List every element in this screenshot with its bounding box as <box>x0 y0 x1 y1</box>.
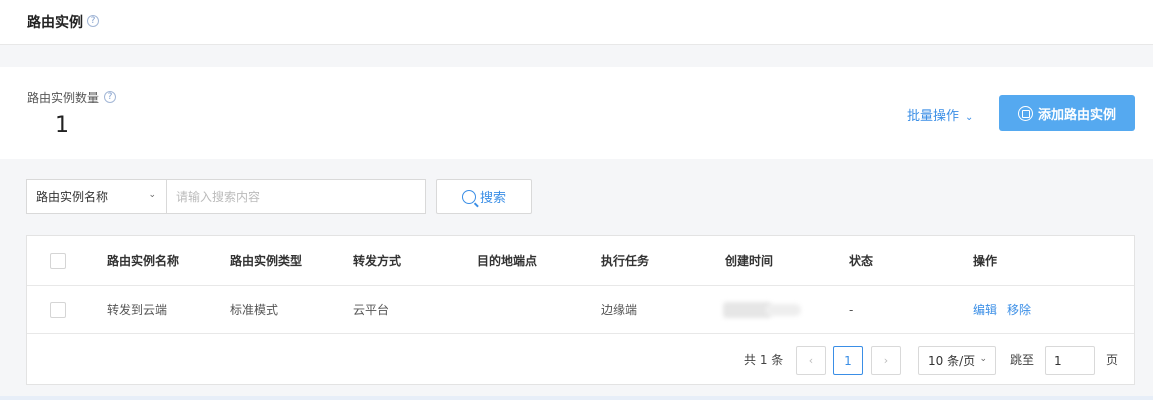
add-route-instance-label: 添加路由实例 <box>1037 107 1116 123</box>
page-size-select[interactable]: 10 条/页 ⌄ <box>918 346 996 375</box>
chevron-down-icon: ⌄ <box>965 112 974 123</box>
page-title: 路由实例 <box>27 15 83 31</box>
edit-link[interactable]: 编辑 <box>973 301 997 318</box>
route-instance-table: 路由实例名称 路由实例类型 转发方式 目的地端点 执行任务 创建时间 状态 操作… <box>26 235 1135 385</box>
remove-link[interactable]: 移除 <box>1007 301 1031 318</box>
column-header-status: 状态 <box>849 254 874 268</box>
cell-type: 标准模式 <box>230 303 279 317</box>
batch-operations-label: 批量操作 <box>907 109 960 124</box>
add-instance-icon <box>1017 105 1033 121</box>
add-route-instance-button[interactable]: 添加路由实例 <box>999 95 1135 131</box>
stat-panel: 路由实例数量 ? 1 批量操作 ⌄ 添加路由实例 <box>0 67 1153 159</box>
cell-created-time-redacted <box>723 286 801 333</box>
jump-page-input[interactable] <box>1045 346 1095 375</box>
page-header: 路由实例 ? <box>0 0 1153 45</box>
select-all-checkbox[interactable] <box>50 252 66 269</box>
cell-task: 边缘端 <box>601 303 638 317</box>
header-checkbox-cell <box>50 236 66 285</box>
search-button[interactable]: 搜索 <box>436 179 532 214</box>
search-field-select[interactable]: 路由实例名称 ⌄ <box>26 179 167 214</box>
bottom-strip <box>0 396 1153 400</box>
column-header-task: 执行任务 <box>601 254 650 268</box>
row-checkbox-cell <box>50 286 66 333</box>
page-number-button[interactable]: 1 <box>833 346 863 375</box>
search-input[interactable] <box>166 179 426 214</box>
cell-forward: 云平台 <box>353 303 390 317</box>
redacted-block <box>723 301 771 318</box>
pagination: 共 1 条 ‹ 1 › 10 条/页 ⌄ 跳至 页 <box>27 335 1134 384</box>
row-checkbox[interactable] <box>50 301 66 318</box>
help-icon[interactable]: ? <box>104 91 116 103</box>
page-unit-label: 页 <box>1106 353 1119 367</box>
next-page-button[interactable]: › <box>871 346 901 375</box>
cell-name: 转发到云端 <box>107 303 168 317</box>
column-header-created: 创建时间 <box>725 254 774 268</box>
instance-count-label: 路由实例数量 <box>27 91 100 105</box>
column-header-actions: 操作 <box>973 254 998 268</box>
column-header-forward: 转发方式 <box>353 254 402 268</box>
instance-count-value: 1 <box>55 113 69 138</box>
jump-to-label: 跳至 <box>1010 353 1035 367</box>
cell-status: - <box>849 302 854 317</box>
chevron-down-icon: ⌄ <box>148 190 156 200</box>
column-header-type: 路由实例类型 <box>230 254 303 268</box>
column-header-destination: 目的地端点 <box>477 254 538 268</box>
chevron-right-icon: › <box>883 354 889 367</box>
table-row: 转发到云端 标准模式 云平台 边缘端 - 编辑 移除 <box>27 286 1134 334</box>
prev-page-button[interactable]: ‹ <box>796 346 826 375</box>
chevron-down-icon: ⌄ <box>979 354 987 364</box>
help-icon[interactable]: ? <box>87 15 99 27</box>
cell-actions: 编辑 移除 <box>973 286 1041 333</box>
redacted-block <box>765 303 801 316</box>
column-header-name: 路由实例名称 <box>107 254 180 268</box>
table-header-row: 路由实例名称 路由实例类型 转发方式 目的地端点 执行任务 创建时间 状态 操作 <box>27 236 1134 286</box>
search-button-label: 搜索 <box>479 191 506 206</box>
search-icon <box>461 189 476 204</box>
chevron-left-icon: ‹ <box>808 354 814 367</box>
batch-operations-dropdown[interactable]: 批量操作 ⌄ <box>907 105 973 124</box>
search-field-selected: 路由实例名称 <box>36 190 109 204</box>
total-count: 共 1 条 <box>744 353 784 367</box>
page-size-value: 10 条/页 <box>928 354 976 368</box>
